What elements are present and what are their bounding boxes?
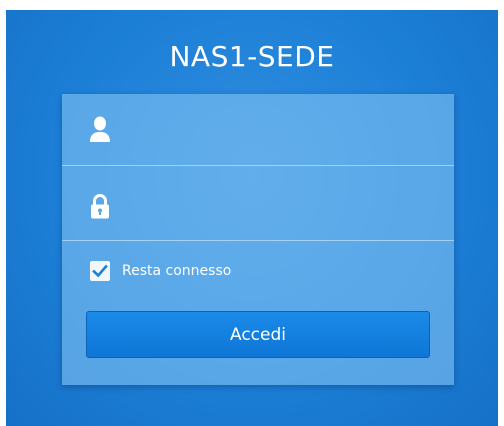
login-button[interactable]: Accedi: [86, 311, 430, 358]
remember-me-label: Resta connesso: [122, 263, 232, 279]
password-input[interactable]: [126, 187, 440, 223]
checkbox-box[interactable]: [90, 261, 110, 281]
password-field[interactable]: [62, 169, 454, 241]
lock-icon: [88, 193, 112, 219]
username-input[interactable]: [126, 112, 440, 148]
checkmark-icon: [92, 264, 108, 278]
login-panel: Resta connesso Accedi: [62, 94, 454, 385]
server-name-title: NAS1-SEDE: [169, 40, 335, 73]
user-icon: [88, 116, 112, 142]
remember-me-checkbox[interactable]: Resta connesso: [90, 260, 231, 282]
username-field[interactable]: [62, 94, 454, 166]
